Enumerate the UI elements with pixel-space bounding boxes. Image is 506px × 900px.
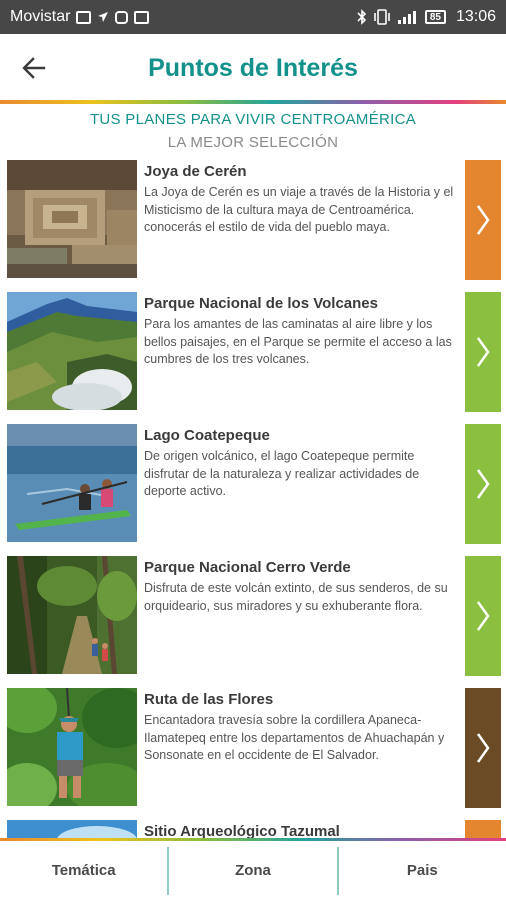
places-list[interactable]: Joya de Cerén La Joya de Cerén es un via… [0,160,506,838]
status-left: Movistar [10,8,150,26]
place-description: La Joya de Cerén es un viaje a través de… [144,185,454,234]
chevron-right-icon [476,733,490,763]
page-title: Puntos de Interés [148,54,358,82]
place-thumbnail[interactable] [7,160,137,278]
place-thumbnail[interactable] [7,556,137,674]
chevron-right-icon [476,205,490,235]
bluetooth-icon [357,9,367,25]
chevron-right-icon [476,337,490,367]
place-description: De origen volcánico, el lago Coatepeque … [144,449,420,498]
volcanoes-image [7,292,137,410]
tab-zona[interactable]: Zona [169,841,336,900]
place-title[interactable]: Parque Nacional Cerro Verde [144,559,351,576]
place-thumbnail[interactable] [7,688,137,806]
tab-tematica[interactable]: Temática [0,841,167,900]
list-item[interactable]: Sitio Arqueológico Tazumal [0,820,506,838]
carrier-name: Movistar [10,8,71,25]
clock: 13:06 [455,8,496,25]
list-item[interactable]: Lago Coatepeque De origen volcánico, el … [0,424,506,544]
status-bar: Movistar 85 13:06 [0,0,506,34]
chevron-right-icon [476,601,490,631]
lake-kayak-image [7,424,137,542]
place-description: Disfruta de este volcán extinto, de sus … [144,581,448,613]
place-thumbnail[interactable] [7,292,137,410]
sky-image [7,820,137,838]
signal-icon [397,9,419,25]
open-place-button[interactable] [465,292,501,412]
battery-icon: 85 [424,10,446,24]
vibrate-icon [373,9,391,25]
place-description: Encantadora travesía sobre la cordillera… [144,713,445,762]
open-place-button[interactable] [465,820,501,838]
list-item[interactable]: Parque Nacional Cerro Verde Disfruta de … [0,556,506,676]
chevron-right-icon [476,469,490,499]
open-place-button[interactable] [465,556,501,676]
list-item[interactable]: Joya de Cerén La Joya de Cerén es un via… [0,160,506,280]
place-thumbnail[interactable] [7,820,137,838]
place-thumbnail[interactable] [7,424,137,542]
bottom-tab-bar: Temática Zona Pais [0,841,506,900]
gallery-icon [76,10,92,24]
place-description: Para los amantes de las caminatas al air… [144,317,452,366]
list-item[interactable]: Parque Nacional de los Volcanes Para los… [0,292,506,412]
open-place-button[interactable] [465,160,501,280]
ruins-image [7,160,137,278]
open-place-button[interactable] [465,688,501,808]
app-bar: Puntos de Interés [0,34,506,102]
tab-pais[interactable]: Pais [339,841,506,900]
place-title[interactable]: Lago Coatepeque [144,427,270,444]
navigation-icon [97,11,109,23]
list-item[interactable]: Ruta de las Flores Encantadora travesía … [0,688,506,808]
instagram-icon [115,10,129,24]
image-icon [134,10,150,24]
subtitle: LA MEJOR SELECCIÓN [167,134,339,151]
place-title[interactable]: Joya de Cerén [144,163,247,180]
place-title[interactable]: Sitio Arqueológico Tazumal [144,823,340,838]
tagline: TUS PLANES PARA VIVIR CENTROAMÉRICA [89,111,417,128]
status-right: 85 13:06 [357,8,496,26]
place-title[interactable]: Parque Nacional de los Volcanes [144,295,378,312]
open-place-button[interactable] [465,424,501,544]
forest-trail-image [7,556,137,674]
place-title[interactable]: Ruta de las Flores [144,691,273,708]
header-divider [0,100,506,104]
zipline-image [7,688,137,806]
